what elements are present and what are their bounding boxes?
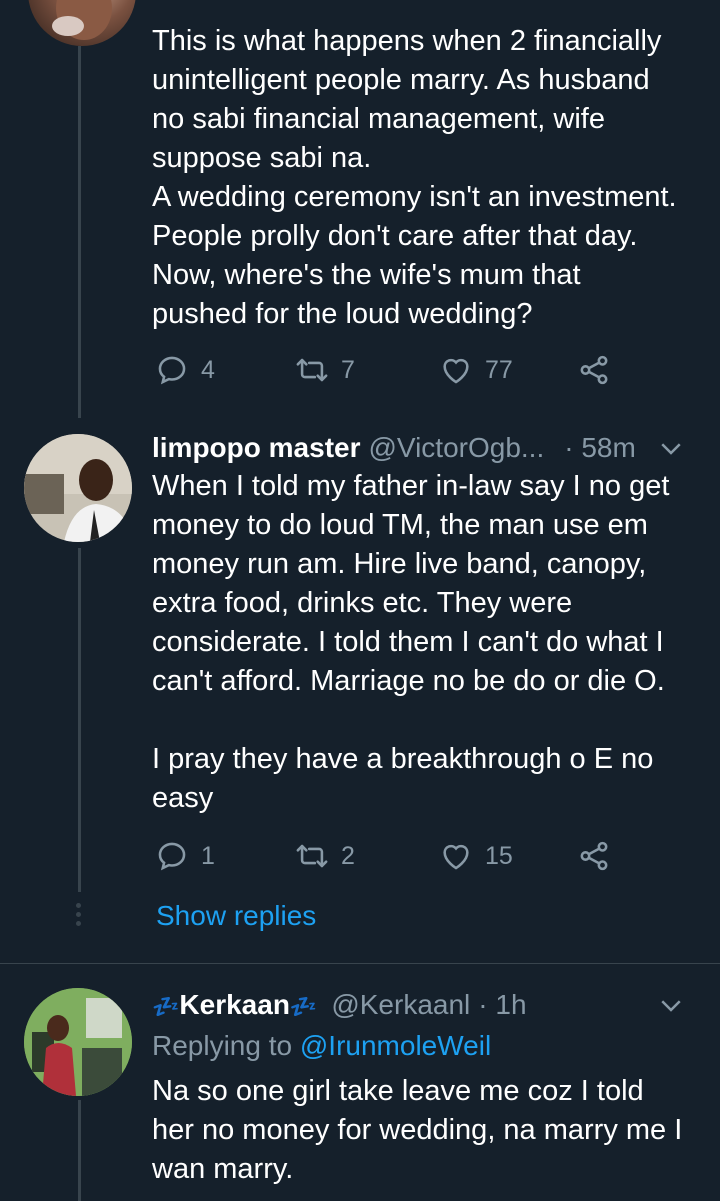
thread-line [78,1100,81,1201]
tweet-header: limpopo master @VictorOgb... · 58m [152,428,700,468]
avatar[interactable] [24,988,132,1096]
retweet-icon [296,844,328,868]
tweet-header: 💤Kerkaan💤 @Kerkaanl · 1h [152,985,700,1025]
tweet-actions: 1 2 15 [155,836,625,876]
thread-line [78,548,81,892]
replying-to: Replying to @IrunmoleWeil [152,1030,492,1061]
display-name[interactable]: limpopo master [152,432,360,464]
retweet-icon [296,358,328,382]
share-button[interactable] [577,836,611,876]
like-count: 15 [485,841,513,870]
mention-link[interactable]: @IrunmoleWeil [300,1030,491,1061]
show-replies-link[interactable]: Show replies [156,900,316,932]
reply-count: 1 [201,841,215,870]
thread-line [78,46,81,418]
like-button[interactable]: 77 [439,350,513,390]
avatar-image [24,988,132,1096]
heart-icon [443,844,469,870]
thread-dots [76,903,82,930]
avatar-image [52,0,112,40]
username[interactable]: @VictorOgb... [368,432,544,464]
retweet-button[interactable]: 2 [295,836,355,876]
retweet-count: 7 [341,355,355,384]
tweet-text: Na so one girl take leave me coz I told … [152,1075,683,1185]
share-button[interactable] [577,350,611,390]
zzz-emoji-left: 💤 [152,994,180,1019]
tweet-actions: 4 7 77 [155,350,625,390]
like-count: 77 [485,355,513,384]
avatar-image [24,434,132,542]
avatar[interactable] [24,434,132,542]
timestamp[interactable]: · 1h [478,989,526,1021]
share-icon [580,841,608,871]
username[interactable]: @Kerkaanl [331,989,470,1021]
divider [0,963,720,964]
share-icon [580,355,608,385]
heart-icon [443,358,469,384]
like-button[interactable]: 15 [439,836,513,876]
zzz-emoji-right: 💤 [289,994,318,1019]
reply-count: 4 [201,355,215,384]
timestamp[interactable]: · 58m [564,432,636,464]
chevron-down-icon[interactable] [656,433,686,463]
reply-button[interactable]: 4 [155,350,215,390]
reply-button[interactable]: 1 [155,836,215,876]
avatar[interactable] [28,0,136,46]
retweet-count: 2 [341,841,355,870]
reply-icon [158,356,186,385]
chevron-down-icon[interactable] [656,990,686,1020]
reply-icon [158,842,186,871]
tweet-text: When I told my father in-law say I no ge… [152,470,670,814]
tweet-text: This is what happens when 2 financially … [152,25,677,330]
retweet-button[interactable]: 7 [295,350,355,390]
display-name[interactable]: 💤Kerkaan💤 [152,989,317,1021]
